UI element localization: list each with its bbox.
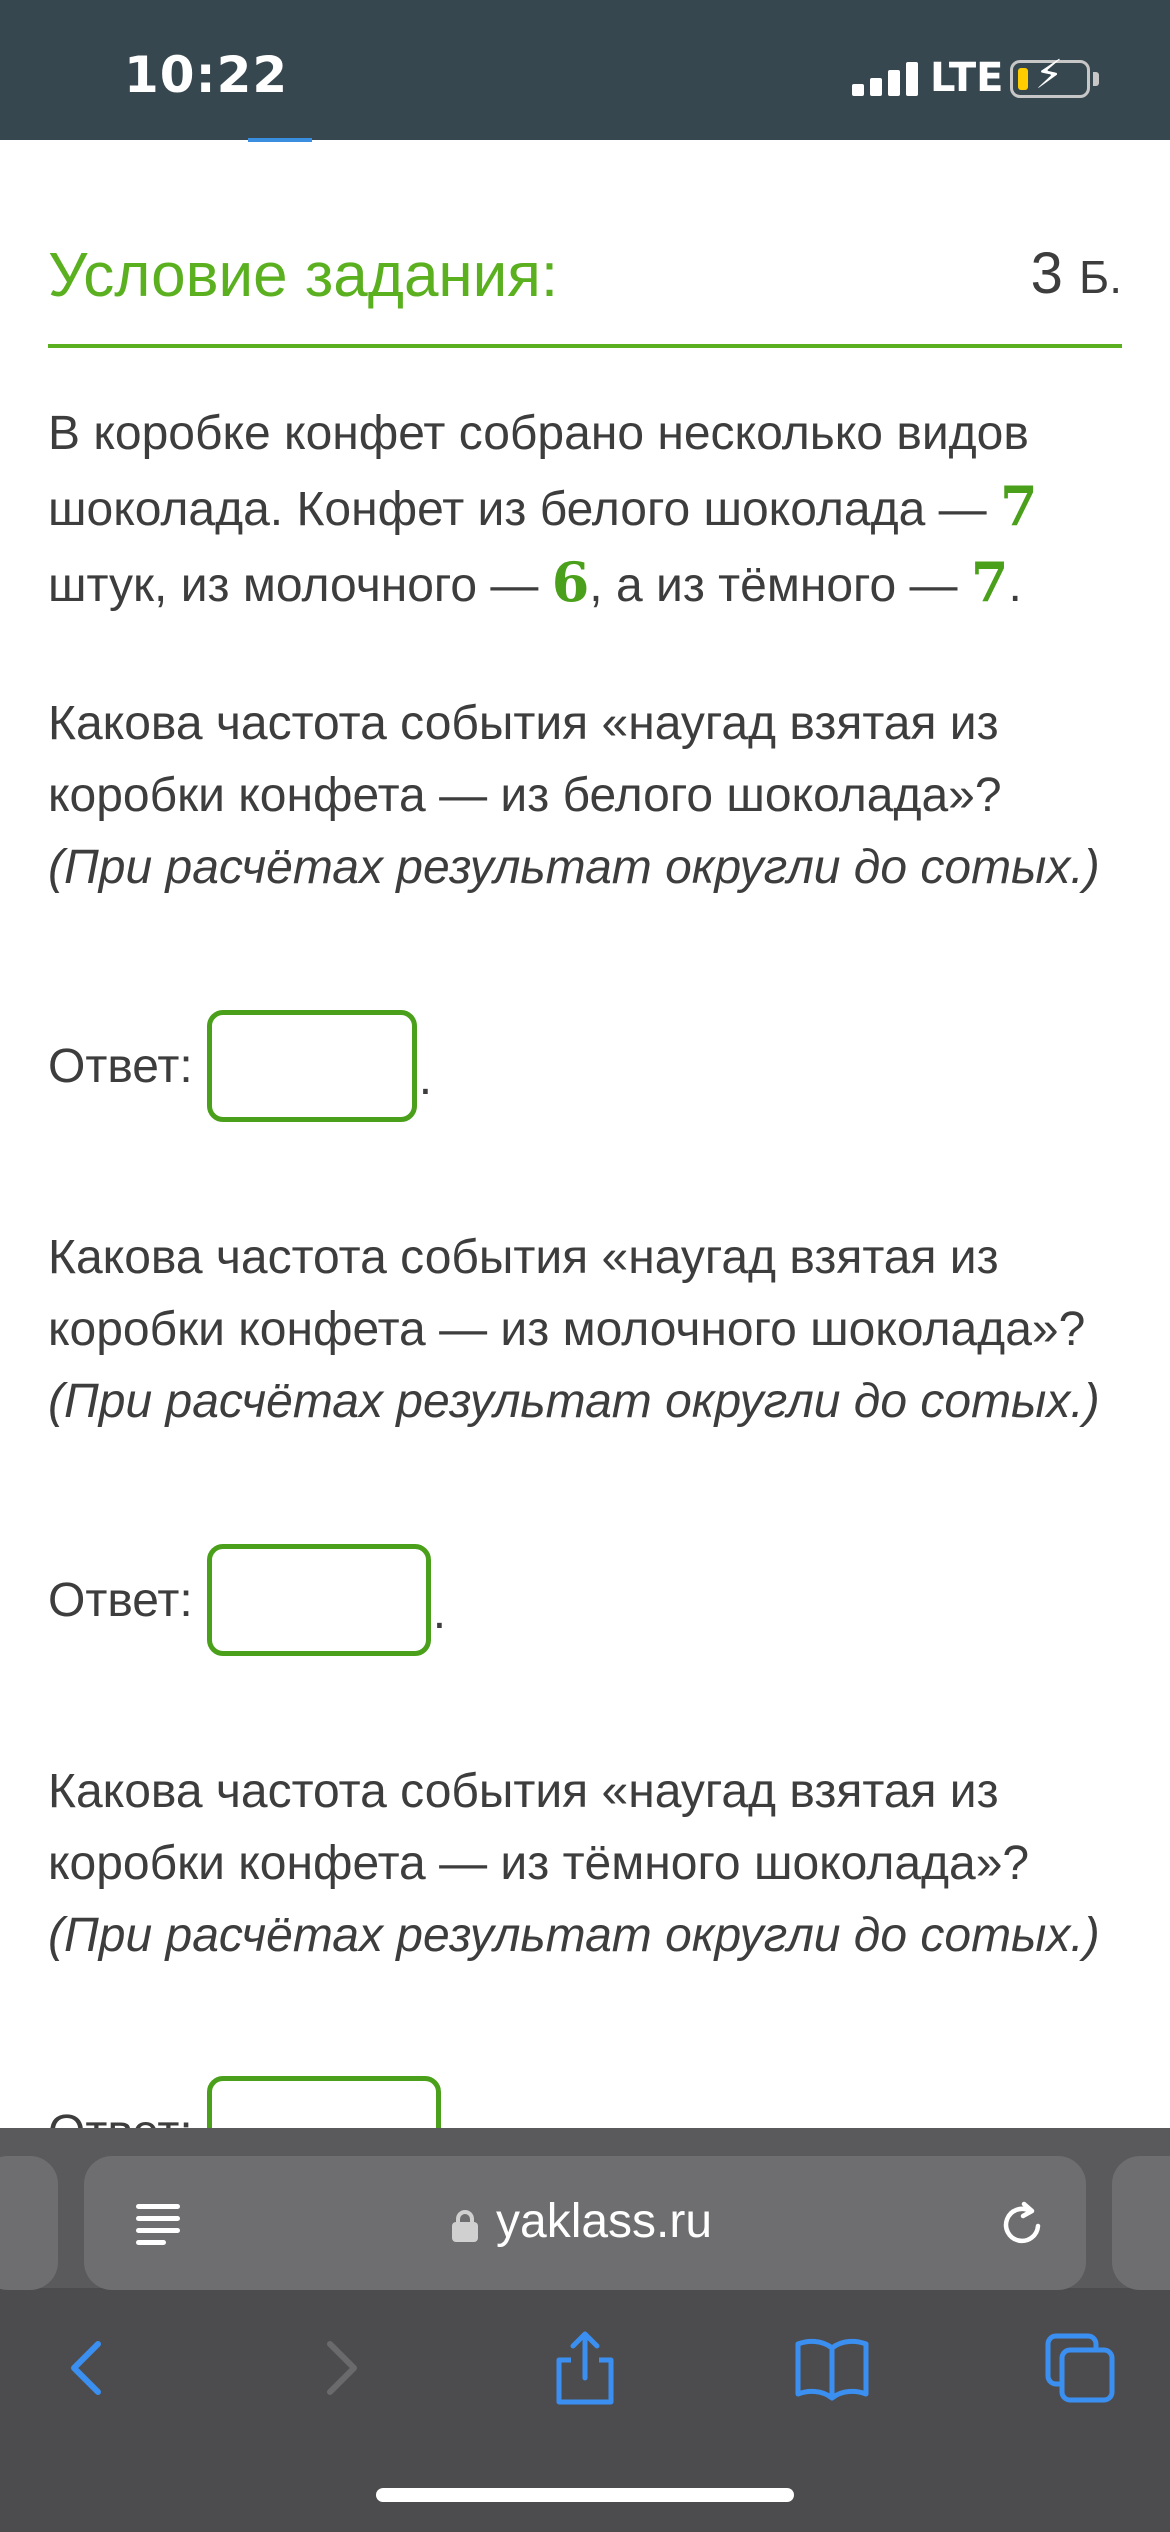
answer-suffix: . [418, 1052, 433, 1105]
address-area: yaklass.ru [0, 2128, 1170, 2290]
question-text: Какова частота события «наугад взятая из… [48, 1231, 1086, 1356]
answer-label: Ответ: [48, 1039, 193, 1093]
forward-icon[interactable] [300, 2328, 380, 2408]
intro-text: , а из тёмного — [589, 559, 971, 612]
points-unit: Б. [1079, 251, 1122, 303]
question-text: Какова частота события «наугад взятая из… [48, 1765, 1030, 1890]
battery-charging-icon: ⚡ [1010, 55, 1090, 98]
task-intro: В коробке конфет собрано несколько видов… [48, 398, 1108, 622]
task-points: 3 Б. [1031, 240, 1122, 307]
task-title: Условие задания: [48, 241, 559, 310]
reload-icon[interactable] [994, 2196, 1050, 2252]
network-type: LTE [930, 55, 1004, 101]
question-1: Какова частота события «наугад взятая из… [48, 688, 1108, 904]
intro-text: . [1008, 559, 1022, 612]
answer-input-2[interactable] [206, 1544, 431, 1656]
milk-count: 6 [551, 550, 590, 614]
status-bar: 10:22 LTE ⚡ [0, 0, 1170, 140]
intro-text: штук, из молочного — [48, 559, 552, 612]
answer-suffix: . [432, 1586, 447, 1639]
question-hint: (При расчётах результат округли до сотых… [48, 841, 1100, 894]
question-hint: (При расчётах результат округли до сотых… [48, 1375, 1100, 1428]
answer-label: Ответ: [48, 1573, 193, 1627]
question-text: Какова частота события «наугад взятая из… [48, 697, 1002, 822]
question-3: Какова частота события «наугад взятая из… [48, 1756, 1108, 1972]
question-hint: (При расчётах результат округли до сотых… [48, 1909, 1100, 1962]
battery-tip [1093, 72, 1099, 86]
answer-input-1[interactable] [206, 1010, 417, 1122]
answer-row-1: Ответ: . [48, 1010, 432, 1122]
tabs-icon[interactable] [1040, 2328, 1120, 2408]
dark-count: 7 [970, 550, 1009, 614]
scrolled-link-fragment[interactable] [248, 138, 312, 142]
bookmarks-icon[interactable] [792, 2328, 872, 2408]
status-time: 10:22 [124, 46, 289, 104]
signal-icon [852, 60, 922, 96]
white-count: 7 [999, 474, 1038, 538]
reader-icon[interactable] [136, 2198, 180, 2248]
task-header: Условие задания: 3 Б. [48, 240, 1122, 348]
answer-row-2: Ответ: . [48, 1544, 446, 1656]
browser-toolbar: yaklass.ru [0, 2128, 1170, 2532]
back-icon[interactable] [48, 2328, 128, 2408]
next-tab-preview[interactable] [1112, 2156, 1170, 2290]
url-text[interactable]: yaklass.ru [496, 2194, 712, 2249]
intro-text: В коробке конфет собрано несколько видов… [48, 407, 1029, 536]
points-value: 3 [1030, 241, 1063, 306]
previous-tab-preview[interactable] [0, 2156, 58, 2290]
home-indicator[interactable] [376, 2488, 794, 2502]
share-icon[interactable] [545, 2328, 625, 2408]
url-bar[interactable]: yaklass.ru [84, 2156, 1086, 2290]
navigation-row [0, 2288, 1170, 2468]
question-2: Какова частота события «наугад взятая из… [48, 1222, 1108, 1438]
lock-icon [452, 2210, 478, 2242]
